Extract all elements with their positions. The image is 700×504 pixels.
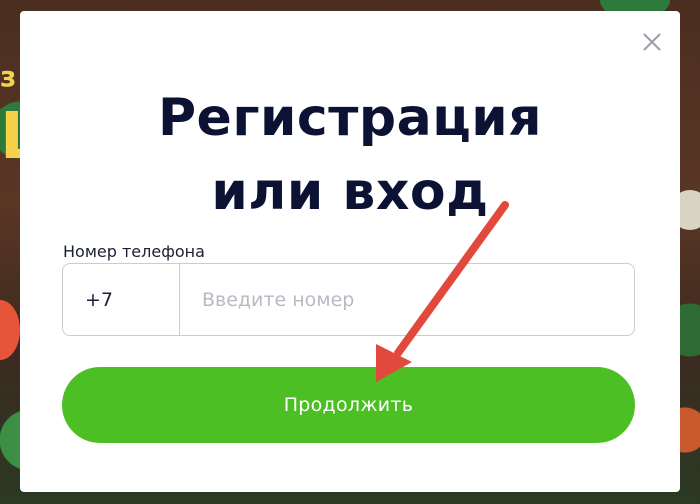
phone-label: Номер телефона — [63, 242, 205, 261]
continue-button[interactable]: Продолжить — [62, 367, 635, 443]
background-decoration — [0, 300, 20, 360]
close-button[interactable] — [640, 30, 664, 54]
title-line-1: Регистрация — [157, 88, 543, 148]
phone-input[interactable] — [180, 264, 634, 335]
background-decoration: з — [0, 60, 17, 93]
modal-title: Регистрация или вход — [20, 81, 680, 229]
title-line-2: или вход — [211, 162, 489, 222]
registration-modal: Регистрация или вход Номер телефона +7 П… — [20, 11, 680, 492]
phone-field-group: +7 — [62, 263, 635, 336]
country-code[interactable]: +7 — [63, 264, 180, 335]
close-icon — [643, 33, 661, 51]
